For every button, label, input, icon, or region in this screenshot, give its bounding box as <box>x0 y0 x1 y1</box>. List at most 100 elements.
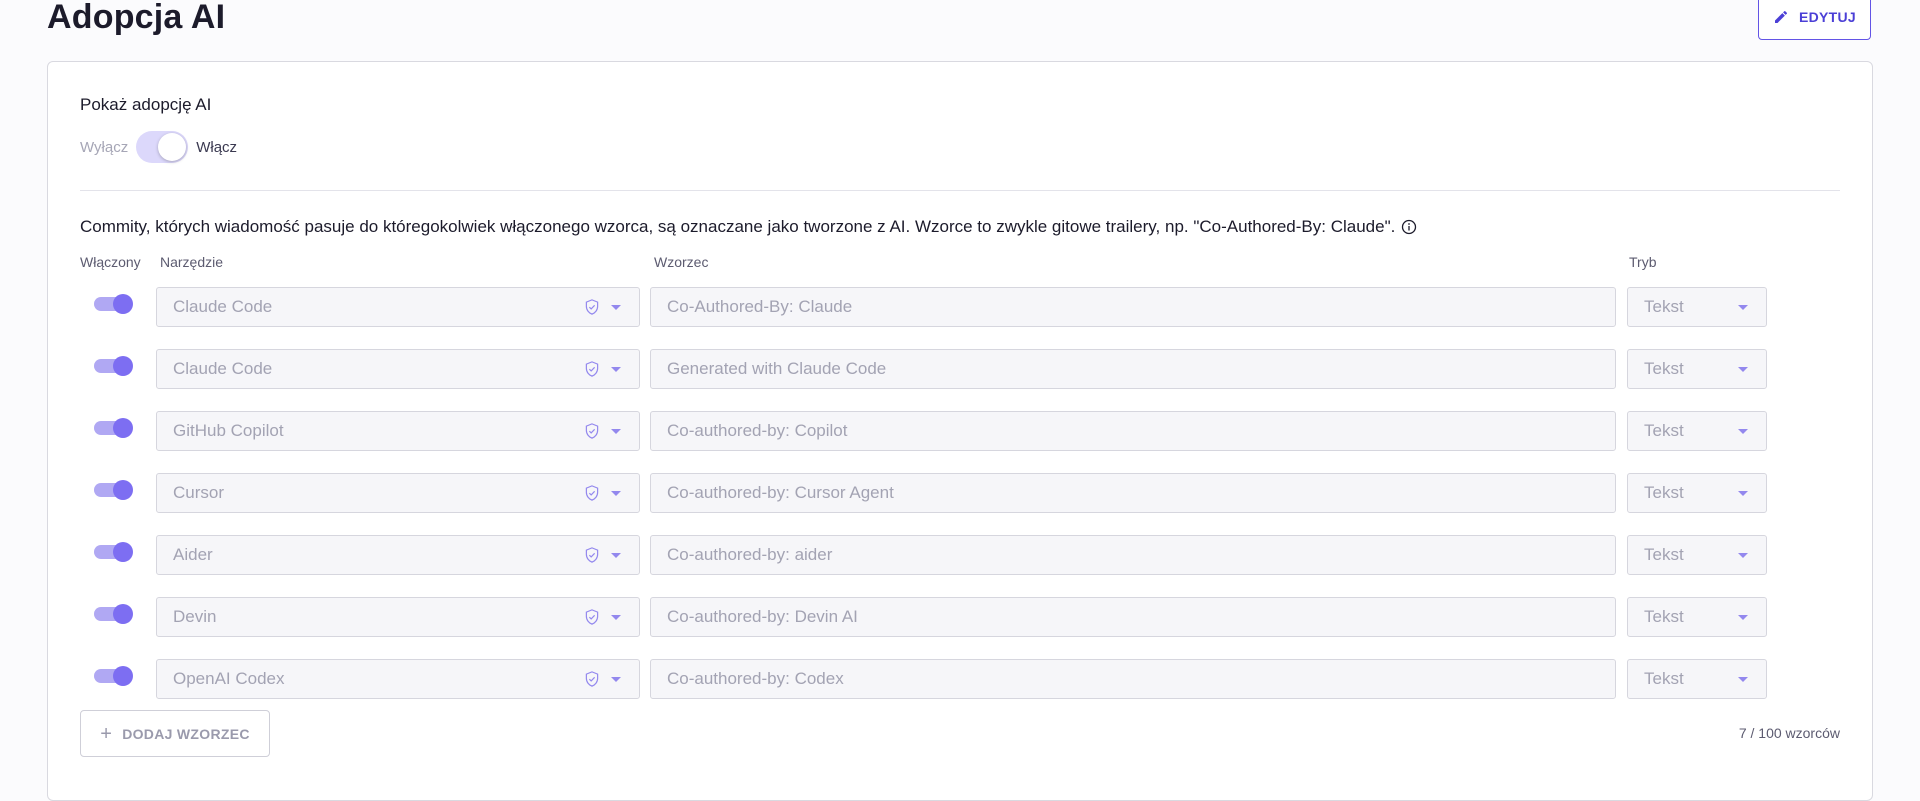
tool-select[interactable]: OpenAI Codex <box>156 659 640 699</box>
tool-value: OpenAI Codex <box>173 669 285 688</box>
shield-check-icon <box>585 423 599 439</box>
description-text: Commity, których wiadomość pasuje do któ… <box>80 217 1396 236</box>
mode-select[interactable]: Tekst <box>1627 349 1767 389</box>
shield-check-icon <box>585 485 599 501</box>
pattern-input[interactable]: Co-authored-by: Devin AI <box>650 597 1616 637</box>
shield-check-icon <box>585 609 599 625</box>
chevron-down-icon <box>611 304 621 310</box>
show-adoption-toggle-row: Wyłącz Włącz <box>80 131 237 163</box>
pattern-row: Cursor Co-authored-by: Cursor Agent Tekst <box>80 473 1780 513</box>
tool-value: Devin <box>173 607 217 626</box>
tool-select[interactable]: Claude Code <box>156 349 640 389</box>
show-adoption-switch[interactable] <box>136 131 189 163</box>
mode-select[interactable]: Tekst <box>1627 535 1767 575</box>
chevron-down-icon <box>1738 366 1748 372</box>
mode-select[interactable]: Tekst <box>1627 287 1767 327</box>
column-header-tool: Narzędzie <box>160 254 224 270</box>
pattern-input[interactable]: Co-authored-by: Codex <box>650 659 1616 699</box>
row-enabled-toggle[interactable] <box>94 666 133 686</box>
divider <box>80 190 1840 191</box>
pattern-value: Co-authored-by: Codex <box>667 669 844 688</box>
tool-select[interactable]: Claude Code <box>156 287 640 327</box>
show-adoption-label: Pokaż adopcję AI <box>80 95 212 114</box>
add-pattern-button[interactable]: + DODAJ WZORZEC <box>80 710 270 757</box>
pattern-value: Co-Authored-By: Claude <box>667 297 853 316</box>
pattern-input[interactable]: Generated with Claude Code <box>650 349 1616 389</box>
mode-value: Tekst <box>1644 359 1684 378</box>
toggle-knob <box>113 480 133 500</box>
row-enabled-toggle[interactable] <box>94 294 133 314</box>
shield-check-icon <box>585 547 599 563</box>
row-enabled-toggle[interactable] <box>94 542 133 562</box>
tool-select[interactable]: Cursor <box>156 473 640 513</box>
mode-select[interactable]: Tekst <box>1627 597 1767 637</box>
tool-value: Cursor <box>173 483 225 502</box>
tool-select[interactable]: Aider <box>156 535 640 575</box>
pattern-row: Aider Co-authored-by: aider Tekst <box>80 535 1780 575</box>
chevron-down-icon <box>1738 428 1748 434</box>
pattern-value: Co-authored-by: Devin AI <box>667 607 858 626</box>
row-enabled-toggle[interactable] <box>94 418 133 438</box>
pattern-input[interactable]: Co-Authored-By: Claude <box>650 287 1616 327</box>
toggle-knob <box>113 542 133 562</box>
row-enabled-toggle[interactable] <box>94 604 133 624</box>
tool-value: Claude Code <box>173 297 273 316</box>
add-pattern-label: DODAJ WZORZEC <box>122 725 250 742</box>
shield-check-icon <box>585 299 599 315</box>
tool-select[interactable]: GitHub Copilot <box>156 411 640 451</box>
shield-check-icon <box>585 671 599 687</box>
tool-select[interactable]: Devin <box>156 597 640 637</box>
column-header-mode: Tryb <box>1629 254 1657 270</box>
mode-value: Tekst <box>1644 669 1684 688</box>
chevron-down-icon <box>611 676 621 682</box>
chevron-down-icon <box>611 614 621 620</box>
toggle-on-label: Włącz <box>196 138 238 156</box>
chevron-down-icon <box>1738 552 1748 558</box>
switch-knob <box>158 133 187 161</box>
toggle-knob <box>113 356 133 376</box>
mode-select[interactable]: Tekst <box>1627 411 1767 451</box>
pattern-input[interactable]: Co-authored-by: Copilot <box>650 411 1616 451</box>
edit-button[interactable]: EDYTUJ <box>1758 0 1871 40</box>
page-title: Adopcja AI <box>47 0 226 36</box>
pattern-input[interactable]: Co-authored-by: Cursor Agent <box>650 473 1616 513</box>
mode-select[interactable]: Tekst <box>1627 659 1767 699</box>
info-icon[interactable] <box>1401 219 1417 235</box>
pattern-value: Co-authored-by: Copilot <box>667 421 848 440</box>
pencil-icon <box>1774 10 1787 23</box>
toggle-knob <box>113 604 133 624</box>
chevron-down-icon <box>611 490 621 496</box>
shield-check-icon <box>585 361 599 377</box>
ai-adoption-card: Pokaż adopcję AI Wyłącz Włącz Commity, k… <box>47 61 1873 801</box>
pattern-row: Devin Co-authored-by: Devin AI Tekst <box>80 597 1780 637</box>
pattern-input[interactable]: Co-authored-by: aider <box>650 535 1616 575</box>
mode-select[interactable]: Tekst <box>1627 473 1767 513</box>
pattern-value: Co-authored-by: Cursor Agent <box>667 483 894 502</box>
pattern-value: Generated with Claude Code <box>667 359 887 378</box>
chevron-down-icon <box>1738 676 1748 682</box>
description: Commity, których wiadomość pasuje do któ… <box>80 217 1417 237</box>
mode-value: Tekst <box>1644 297 1684 316</box>
chevron-down-icon <box>611 428 621 434</box>
pattern-row: Claude Code Generated with Claude Code Tek… <box>80 349 1780 389</box>
chevron-down-icon <box>611 366 621 372</box>
chevron-down-icon <box>611 552 621 558</box>
plus-icon: + <box>100 722 113 745</box>
chevron-down-icon <box>1738 490 1748 496</box>
column-header-pattern: Wzorzec <box>654 254 709 270</box>
mode-value: Tekst <box>1644 483 1684 502</box>
chevron-down-icon <box>1738 614 1748 620</box>
toggle-knob <box>113 666 133 686</box>
chevron-down-icon <box>1738 304 1748 310</box>
pattern-row: GitHub Copilot Co-authored-by: Copilot Tek… <box>80 411 1780 451</box>
tool-value: GitHub Copilot <box>173 421 284 440</box>
mode-value: Tekst <box>1644 545 1684 564</box>
pattern-count: 7 / 100 wzorców <box>1738 725 1840 741</box>
toggle-knob <box>113 418 133 438</box>
mode-value: Tekst <box>1644 607 1684 626</box>
row-enabled-toggle[interactable] <box>94 480 133 500</box>
tool-value: Aider <box>173 545 213 564</box>
row-enabled-toggle[interactable] <box>94 356 133 376</box>
pattern-row: OpenAI Codex Co-authored-by: Codex Tekst <box>80 659 1780 699</box>
mode-value: Tekst <box>1644 421 1684 440</box>
